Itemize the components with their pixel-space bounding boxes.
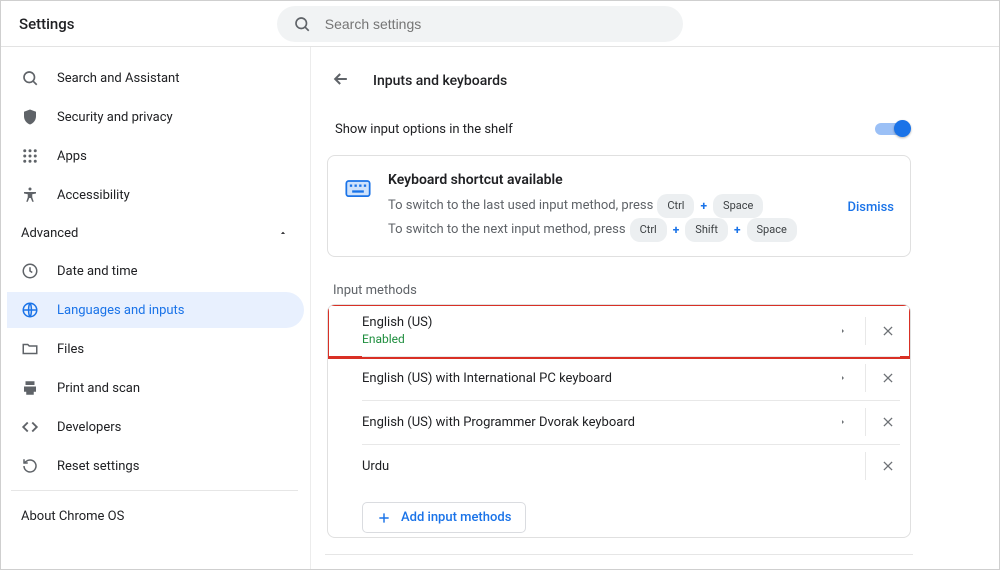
input-method-name: English (US) bbox=[362, 315, 821, 330]
print-icon bbox=[21, 379, 39, 397]
accessibility-icon bbox=[21, 186, 39, 204]
sidebar-item-date-time[interactable]: Date and time bbox=[7, 253, 304, 289]
input-method-remove[interactable] bbox=[866, 459, 910, 473]
sidebar-advanced-label: Advanced bbox=[21, 226, 78, 241]
dismiss-button[interactable]: Dismiss bbox=[847, 200, 894, 215]
chevron-right-icon bbox=[839, 416, 847, 428]
sidebar-item-label: Languages and inputs bbox=[57, 303, 290, 318]
shield-icon bbox=[21, 108, 39, 126]
keyboard-icon bbox=[344, 174, 372, 202]
sidebar-item-label: Search and Assistant bbox=[57, 71, 290, 86]
sidebar-item-label: Files bbox=[57, 342, 290, 357]
plus-icon bbox=[377, 511, 391, 525]
search-bar[interactable] bbox=[277, 6, 683, 42]
key-chip: Ctrl bbox=[630, 218, 667, 242]
sidebar-item-label: Security and privacy bbox=[57, 110, 290, 125]
input-method-name: English (US) with International PC keybo… bbox=[362, 371, 821, 386]
sidebar-item-label: Date and time bbox=[57, 264, 290, 279]
sidebar: Search and Assistant Security and privac… bbox=[1, 47, 311, 569]
spelling-row[interactable]: Spelling and grammar check Grammar check… bbox=[325, 555, 913, 569]
close-icon bbox=[881, 324, 895, 338]
sidebar-item-developers[interactable]: Developers bbox=[7, 409, 304, 445]
shelf-option-row[interactable]: Show input options in the shelf bbox=[325, 111, 913, 149]
input-method-row[interactable]: English (US) with Programmer Dvorak keyb… bbox=[328, 400, 910, 444]
close-icon bbox=[881, 371, 895, 385]
sidebar-item-search-assistant[interactable]: Search and Assistant bbox=[7, 60, 304, 96]
globe-icon bbox=[21, 301, 39, 319]
key-chip: Ctrl bbox=[657, 194, 694, 218]
folder-icon bbox=[21, 340, 39, 358]
plus-icon: + bbox=[698, 195, 709, 217]
input-method-remove[interactable] bbox=[866, 371, 910, 385]
input-method-remove[interactable] bbox=[866, 324, 910, 338]
shelf-option-label: Show input options in the shelf bbox=[335, 122, 513, 137]
input-method-name: English (US) with Programmer Dvorak keyb… bbox=[362, 415, 821, 430]
sidebar-item-apps[interactable]: Apps bbox=[7, 138, 304, 174]
reset-icon bbox=[21, 457, 39, 475]
search-icon bbox=[293, 15, 311, 33]
sidebar-item-accessibility[interactable]: Accessibility bbox=[7, 177, 304, 213]
sidebar-advanced[interactable]: Advanced bbox=[7, 216, 310, 250]
input-methods-list: English (US) Enabled English (US) with I… bbox=[327, 304, 911, 538]
sidebar-item-languages[interactable]: Languages and inputs bbox=[7, 292, 304, 328]
sidebar-item-reset[interactable]: Reset settings bbox=[7, 448, 304, 484]
add-input-methods-button[interactable]: Add input methods bbox=[362, 502, 526, 533]
shortcut-title: Keyboard shortcut available bbox=[388, 172, 823, 188]
input-method-settings[interactable] bbox=[821, 372, 865, 384]
back-button[interactable] bbox=[331, 69, 351, 93]
shortcut-line-1: To switch to the last used input method,… bbox=[388, 194, 823, 218]
input-method-row[interactable]: English (US) Enabled bbox=[328, 305, 910, 356]
input-methods-label: Input methods bbox=[333, 283, 913, 298]
close-icon bbox=[881, 459, 895, 473]
chevron-right-icon bbox=[839, 325, 847, 337]
shelf-toggle[interactable] bbox=[875, 119, 909, 139]
shortcut-card: Keyboard shortcut available To switch to… bbox=[327, 155, 911, 257]
sidebar-item-label: Developers bbox=[57, 420, 290, 435]
shortcut-line-2: To switch to the next input method, pres… bbox=[388, 218, 823, 242]
sidebar-item-security[interactable]: Security and privacy bbox=[7, 99, 304, 135]
main-panel: Inputs and keyboards Show input options … bbox=[311, 47, 999, 569]
sidebar-item-print[interactable]: Print and scan bbox=[7, 370, 304, 406]
subpage-title: Inputs and keyboards bbox=[373, 73, 507, 89]
sidebar-item-label: Apps bbox=[57, 149, 290, 164]
plus-icon: + bbox=[732, 219, 743, 241]
input-method-row[interactable]: Urdu bbox=[328, 444, 910, 488]
input-method-status: Enabled bbox=[362, 332, 821, 346]
plus-icon: + bbox=[671, 219, 682, 241]
search-icon bbox=[21, 69, 39, 87]
page-header: Inputs and keyboards bbox=[325, 47, 913, 111]
sidebar-item-files[interactable]: Files bbox=[7, 331, 304, 367]
header: Settings bbox=[1, 1, 999, 47]
code-icon bbox=[21, 418, 39, 436]
sidebar-item-label: Reset settings bbox=[57, 459, 290, 474]
input-method-row[interactable]: English (US) with International PC keybo… bbox=[328, 356, 910, 400]
chevron-right-icon bbox=[839, 372, 847, 384]
clock-icon bbox=[21, 262, 39, 280]
sidebar-item-label: Accessibility bbox=[57, 188, 290, 203]
grid-icon bbox=[21, 147, 39, 165]
divider bbox=[11, 490, 298, 491]
page-title: Settings bbox=[19, 15, 75, 33]
input-method-settings[interactable] bbox=[821, 416, 865, 428]
input-method-settings[interactable] bbox=[821, 325, 865, 337]
key-chip: Shift bbox=[685, 218, 728, 242]
close-icon bbox=[881, 415, 895, 429]
sidebar-item-about[interactable]: About Chrome OS bbox=[7, 497, 310, 536]
key-chip: Space bbox=[713, 194, 763, 218]
input-method-name: Urdu bbox=[362, 459, 821, 474]
search-input[interactable] bbox=[325, 16, 667, 32]
key-chip: Space bbox=[747, 218, 797, 242]
arrow-left-icon bbox=[331, 69, 351, 89]
input-method-remove[interactable] bbox=[866, 415, 910, 429]
chevron-up-icon bbox=[278, 228, 288, 238]
sidebar-item-label: Print and scan bbox=[57, 381, 290, 396]
